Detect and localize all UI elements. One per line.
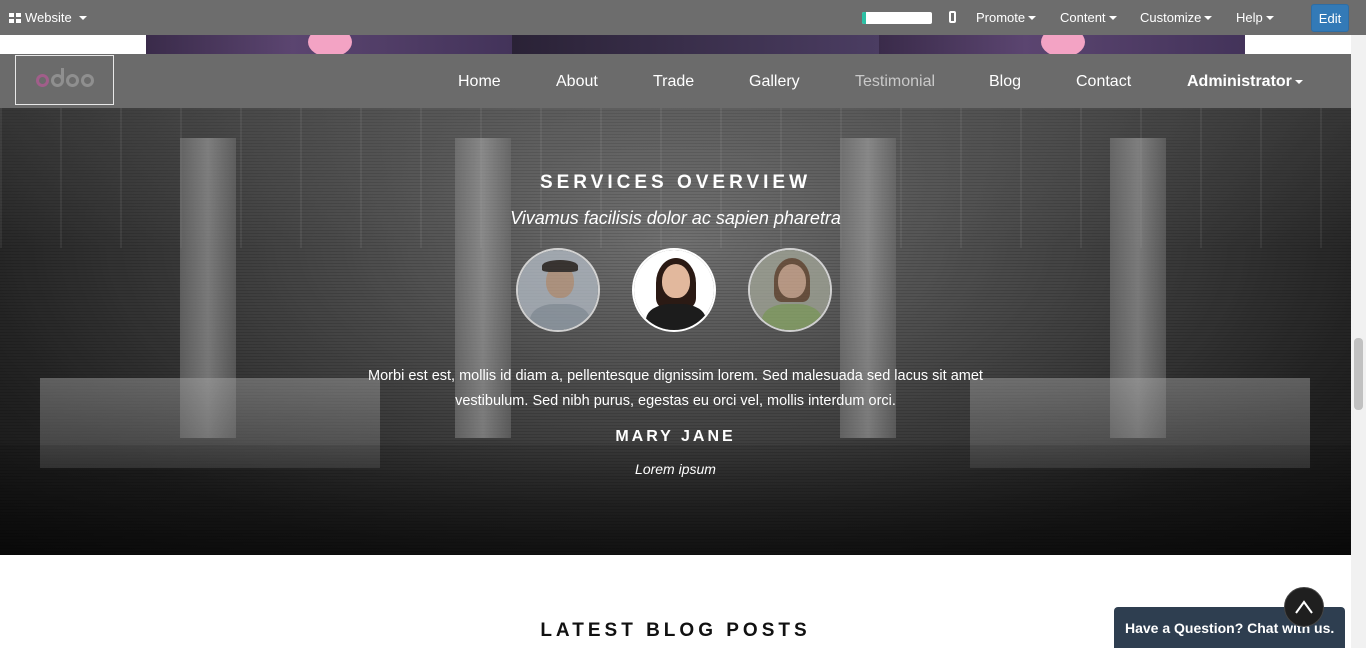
- nav-item-home[interactable]: Home: [458, 73, 501, 91]
- page-scrollbar[interactable]: [1351, 35, 1366, 648]
- avatar-face: [778, 264, 806, 298]
- content-menu-label: Content: [1060, 10, 1106, 25]
- edit-button[interactable]: Edit: [1311, 4, 1349, 32]
- testimonial-name: MARY JANE: [615, 428, 736, 445]
- scroll-top-button[interactable]: [1284, 587, 1324, 627]
- nav-item-trade[interactable]: Trade: [653, 73, 694, 91]
- testimonial-quote: Morbi est est, mollis id diam a, pellent…: [368, 368, 983, 409]
- progress-fill: [862, 12, 866, 24]
- customize-menu-label: Customize: [1140, 10, 1202, 25]
- avatar-man[interactable]: [516, 248, 600, 332]
- logo-letter: [80, 73, 94, 87]
- section-title: SERVICES OVERVIEW: [539, 172, 812, 193]
- chevron-down-icon: [1265, 15, 1274, 20]
- nav-item-blog[interactable]: Blog: [989, 73, 1021, 91]
- help-menu[interactable]: Help: [1236, 10, 1274, 25]
- logo-letter: [50, 67, 64, 87]
- content-menu[interactable]: Content: [1060, 10, 1117, 25]
- main-navbar: Home About Trade Gallery Testimonial Blo…: [0, 54, 1351, 108]
- mobile-icon[interactable]: [949, 11, 956, 23]
- gallery-strip: [146, 35, 1245, 54]
- scrollbar-thumb[interactable]: [1354, 338, 1363, 410]
- website-menu[interactable]: Website: [9, 10, 87, 25]
- nav-item-contact[interactable]: Contact: [1076, 73, 1131, 91]
- strip-image: [878, 35, 1245, 54]
- avatar-body: [530, 304, 590, 330]
- testimonial-section: SERVICES OVERVIEW Vivamus facilisis dolo…: [0, 108, 1351, 555]
- strip-image: [146, 35, 513, 54]
- chevron-down-icon: [1294, 79, 1303, 84]
- avatar-woman-green[interactable]: [748, 248, 832, 332]
- avatar-face: [662, 264, 690, 298]
- customize-menu[interactable]: Customize: [1140, 10, 1213, 25]
- chevron-down-icon: [78, 15, 87, 20]
- user-menu-label: Administrator: [1187, 73, 1292, 90]
- smiley-decoration: [308, 35, 352, 54]
- grid-icon: [9, 12, 21, 23]
- chevron-down-icon: [1108, 15, 1117, 20]
- testimonial-role: Lorem ipsum: [635, 461, 716, 477]
- avatar-woman-glasses[interactable]: [632, 248, 716, 332]
- chevron-down-icon: [1204, 15, 1213, 20]
- arrow-up-icon: [1295, 600, 1313, 614]
- strip-image: [512, 35, 879, 54]
- promote-menu[interactable]: Promote: [976, 10, 1037, 25]
- admin-bar: Website Promote Content Customize Help E…: [0, 0, 1366, 35]
- smiley-decoration: [1040, 35, 1085, 54]
- help-menu-label: Help: [1236, 10, 1263, 25]
- avatar-body: [646, 304, 706, 330]
- chevron-down-icon: [1028, 15, 1037, 20]
- avatar-hair: [542, 260, 578, 272]
- nav-item-gallery[interactable]: Gallery: [749, 73, 800, 91]
- site-logo[interactable]: [15, 55, 114, 105]
- progress-bar: [862, 12, 932, 24]
- user-menu[interactable]: Administrator: [1187, 73, 1303, 91]
- logo-letter: [35, 73, 49, 87]
- website-menu-label: Website: [25, 10, 72, 25]
- section-subtitle: Vivamus facilisis dolor ac sapien pharet…: [510, 208, 841, 228]
- nav-item-testimonial[interactable]: Testimonial: [855, 73, 935, 91]
- nav-item-about[interactable]: About: [556, 73, 598, 91]
- avatar-body: [762, 304, 822, 330]
- promote-menu-label: Promote: [976, 10, 1026, 25]
- logo-letter: [65, 73, 79, 87]
